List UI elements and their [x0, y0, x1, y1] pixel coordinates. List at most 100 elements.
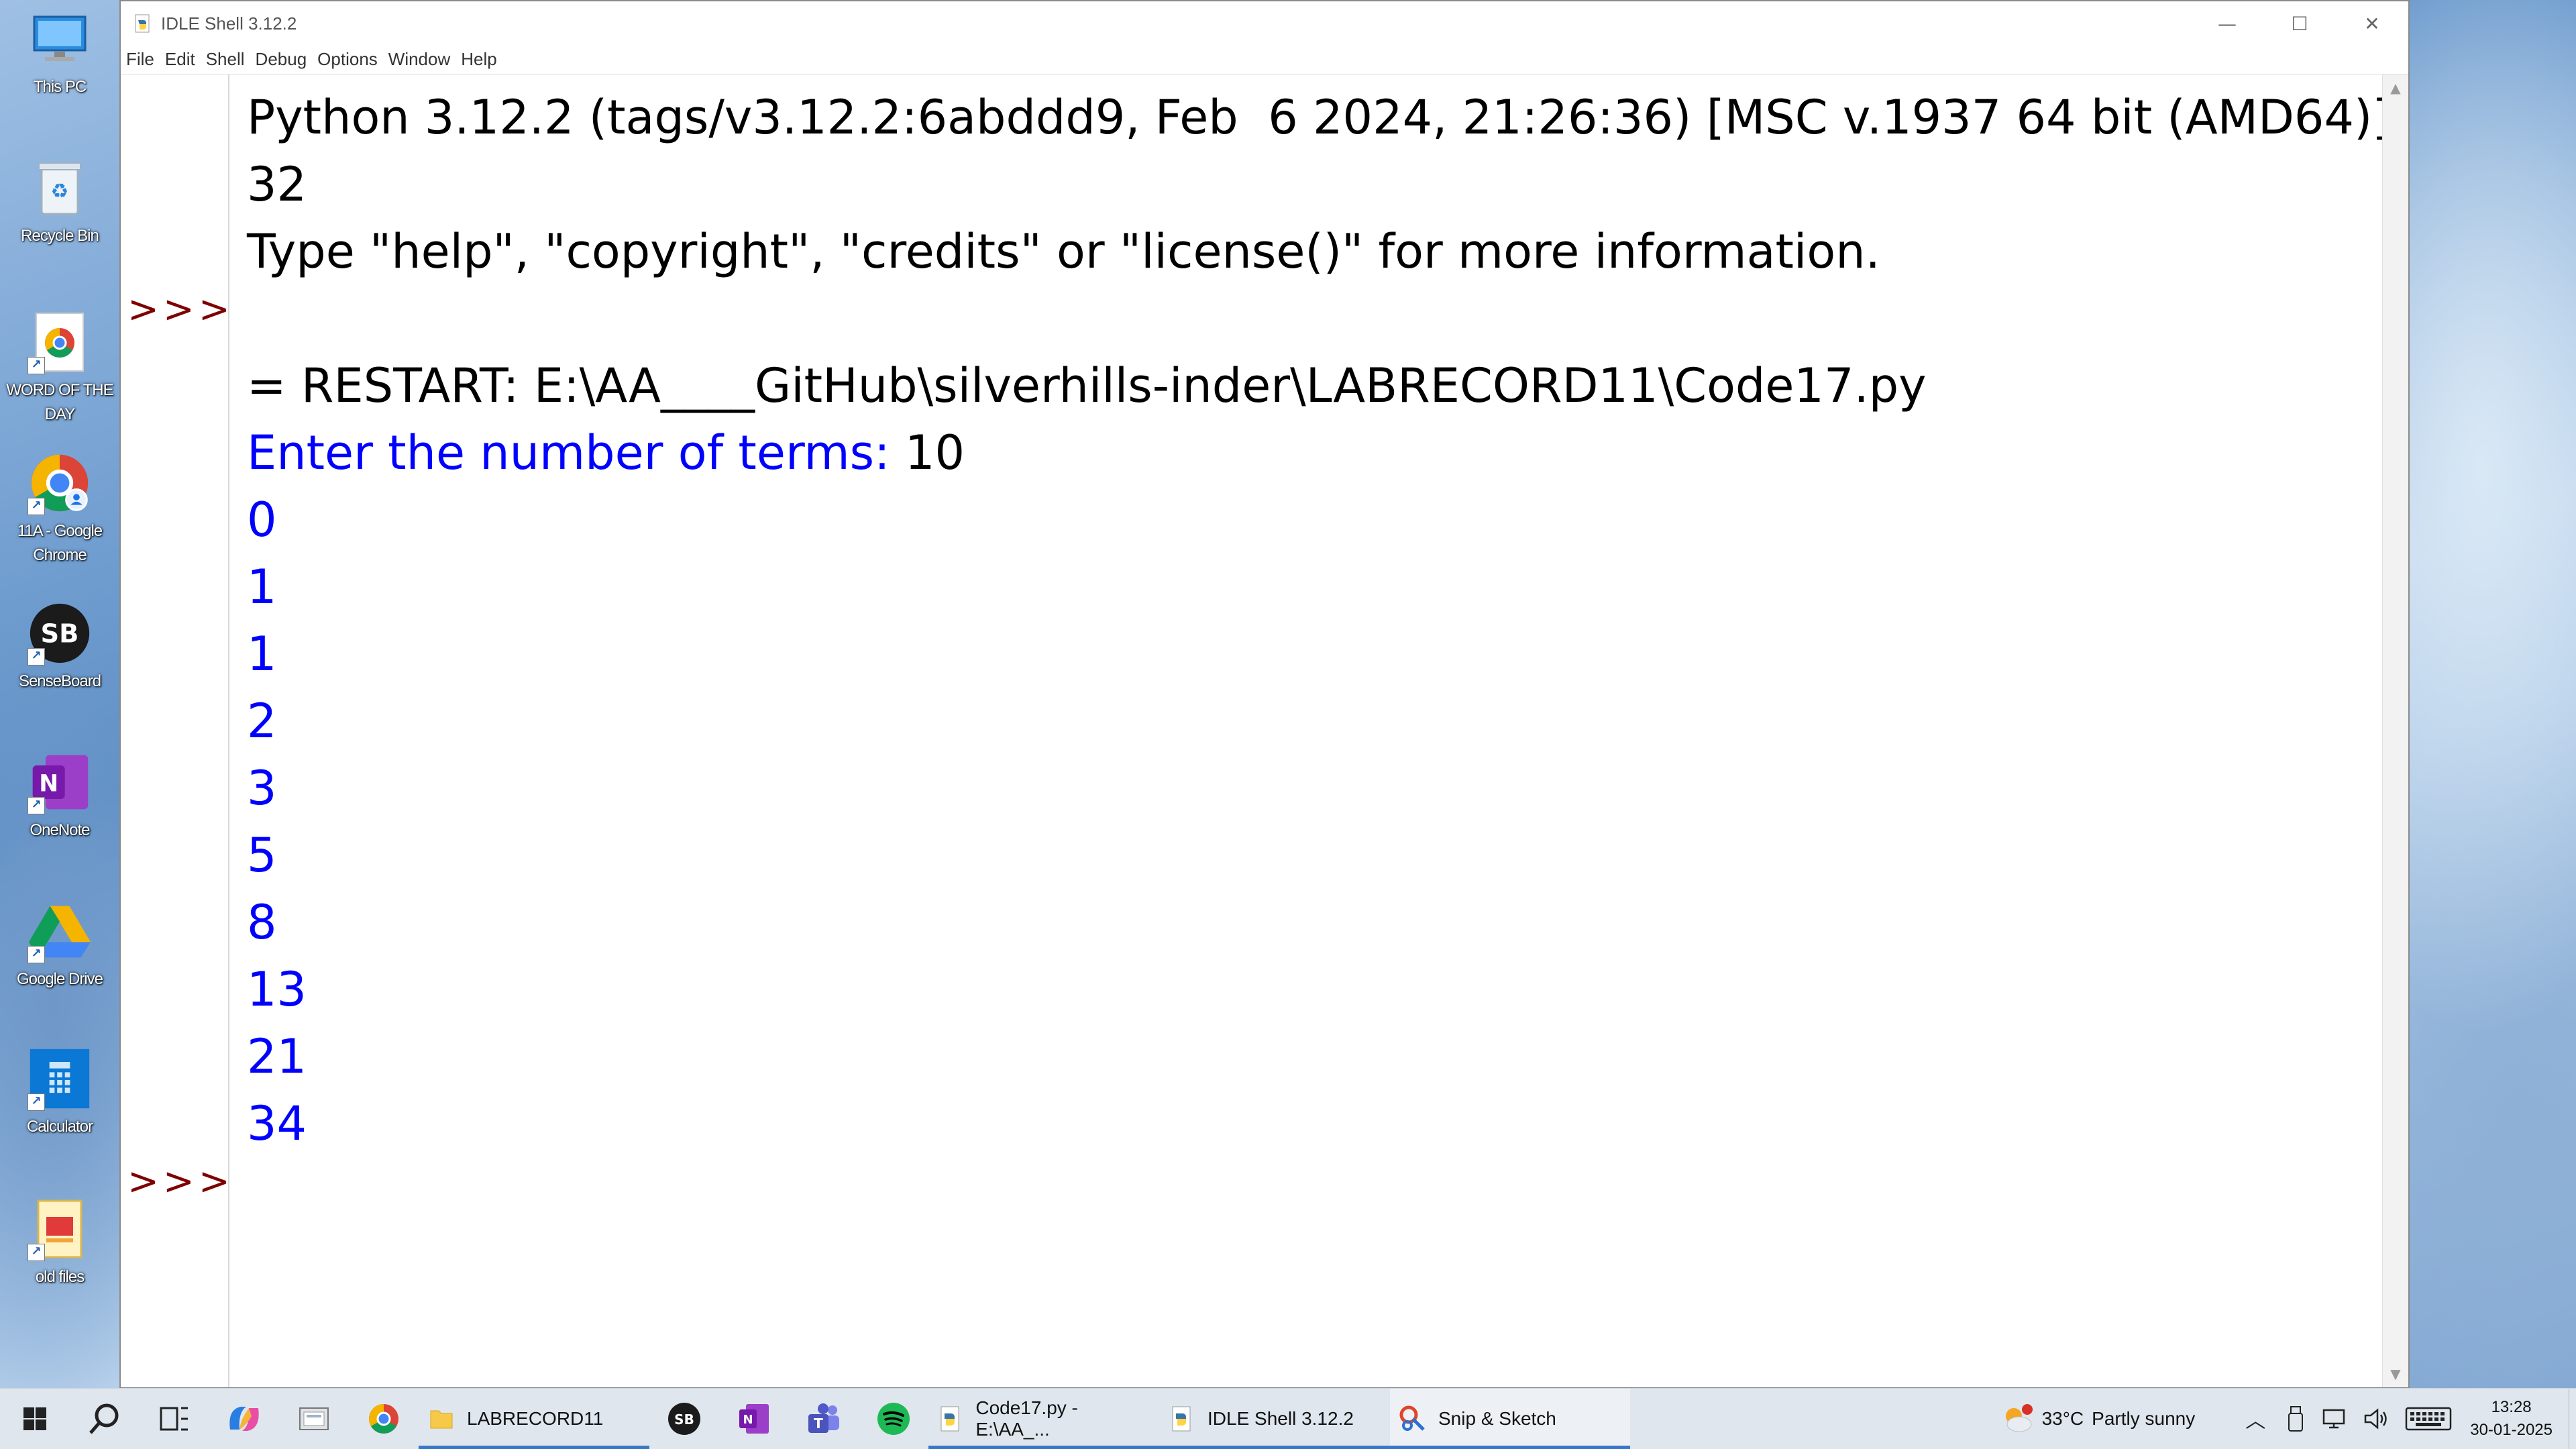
clock[interactable]: 13:28 30-01-2025: [2470, 1396, 2553, 1442]
shortcut-arrow-icon: ↗: [28, 1244, 45, 1261]
taskbar: LABRECORD11 SB N T Code17.py - E:\AA_...…: [0, 1388, 2576, 1449]
shortcut-arrow-icon: ↗: [28, 1093, 45, 1111]
desktop-icon-onenote[interactable]: N ↗ OneNote: [3, 750, 117, 843]
output-line: 34: [247, 1096, 307, 1151]
chevron-up-icon[interactable]: ︿: [2235, 1404, 2275, 1434]
desktop-icon-google-drive[interactable]: ↗ Google Drive: [3, 899, 117, 991]
keyboard-icon[interactable]: [2396, 1407, 2461, 1431]
task-view-button[interactable]: [140, 1389, 209, 1449]
senseboard-icon: SB: [668, 1403, 700, 1435]
weather-temp[interactable]: 33°C: [2042, 1408, 2084, 1430]
input-prompt-text: Enter the number of terms:: [247, 425, 905, 480]
desktop-icon-label: Google Drive: [16, 970, 103, 988]
folder-icon: ↗: [28, 1197, 92, 1261]
banner-line: 32: [247, 157, 307, 212]
maximize-button[interactable]: ☐: [2263, 1, 2336, 46]
restart-line: = RESTART: E:\AA____GitHub\silverhills-i…: [247, 358, 1927, 413]
desktop-icon-this-pc[interactable]: This PC: [3, 7, 117, 99]
menu-options[interactable]: Options: [316, 49, 379, 70]
desktop-icon-label: OneNote: [30, 821, 90, 839]
idle-icon: [1169, 1405, 1195, 1432]
svg-text:T: T: [814, 1415, 823, 1432]
desktop-icon-old-files[interactable]: ↗ old files: [3, 1197, 117, 1289]
desktop-icon-word-of-the-day[interactable]: ↗ WORD OF THE DAY: [3, 310, 117, 427]
weather-condition[interactable]: Partly sunny: [2092, 1408, 2195, 1430]
running-indicator: [928, 1446, 1159, 1449]
menu-shell[interactable]: Shell: [205, 49, 246, 70]
chrome-icon: ↗: [28, 310, 92, 374]
taskbar-app-idle-shell[interactable]: IDLE Shell 3.12.2: [1159, 1389, 1390, 1449]
network-icon[interactable]: [2316, 1407, 2356, 1430]
chrome-taskbar-button[interactable]: [349, 1389, 419, 1449]
taskbar-app-labrecord11[interactable]: LABRECORD11: [419, 1389, 649, 1449]
minimize-button[interactable]: —: [2191, 1, 2263, 46]
chrome-profile-icon: ↗: [28, 451, 92, 515]
shortcut-arrow-icon: ↗: [28, 797, 45, 814]
search-button[interactable]: [70, 1389, 140, 1449]
desktop-icon-label: Calculator: [26, 1118, 93, 1136]
empty-line: [247, 285, 2382, 352]
volume-icon[interactable]: [2356, 1407, 2396, 1430]
search-icon: [89, 1403, 119, 1434]
desktop-icon-calculator[interactable]: ↗ Calculator: [3, 1046, 117, 1139]
menu-window[interactable]: Window: [387, 49, 451, 70]
taskbar-app-snip-sketch[interactable]: Snip & Sketch: [1390, 1389, 1630, 1449]
title-bar[interactable]: IDLE Shell 3.12.2 — ☐ ✕: [121, 1, 2408, 46]
shell-prompt: >>>: [127, 1160, 234, 1203]
output-line: 21: [247, 1029, 307, 1084]
windows-logo-icon: [23, 1407, 46, 1430]
output-line: 3: [247, 761, 277, 816]
weather-icon[interactable]: [1995, 1404, 2039, 1434]
file-explorer-pinned-button[interactable]: [279, 1389, 349, 1449]
output-line: 2: [247, 694, 277, 749]
scroll-up-icon[interactable]: ▲: [2383, 80, 2408, 96]
menu-file[interactable]: File: [125, 49, 156, 70]
desktop-icon-label: Recycle Bin: [21, 227, 99, 245]
menu-help[interactable]: Help: [460, 49, 498, 70]
output-line: 1: [247, 627, 277, 682]
desktop-icon-11a-chrome[interactable]: ↗ 11A - Google Chrome: [3, 451, 117, 568]
start-button[interactable]: [0, 1389, 70, 1449]
onenote-taskbar-button[interactable]: N: [719, 1389, 789, 1449]
spotify-taskbar-button[interactable]: [859, 1389, 928, 1449]
desktop-icon-label: 11A - Google Chrome: [17, 522, 103, 564]
scroll-down-icon[interactable]: ▼: [2383, 1366, 2408, 1382]
onenote-icon: N: [739, 1404, 769, 1434]
spotify-icon: [877, 1403, 910, 1435]
shortcut-arrow-icon: ↗: [28, 357, 45, 374]
output-line: 13: [247, 962, 307, 1017]
show-desktop-button[interactable]: [2569, 1389, 2576, 1449]
window-controls: — ☐ ✕: [2191, 1, 2408, 46]
shell-text[interactable]: Python 3.12.2 (tags/v3.12.2:6abddd9, Feb…: [229, 74, 2382, 1387]
usb-device-icon[interactable]: [2275, 1405, 2316, 1432]
input-value: 10: [905, 425, 965, 480]
copilot-button[interactable]: [209, 1389, 279, 1449]
senseboard-taskbar-button[interactable]: SB: [649, 1389, 719, 1449]
running-indicator: [1159, 1446, 1390, 1449]
idle-shell-window: IDLE Shell 3.12.2 — ☐ ✕ File Edit Shell …: [119, 0, 2410, 1389]
menu-bar: File Edit Shell Debug Options Window Hel…: [121, 46, 2408, 72]
banner-line: Python 3.12.2 (tags/v3.12.2:6abddd9, Feb…: [247, 90, 2382, 145]
taskbar-app-code17[interactable]: Code17.py - E:\AA_...: [928, 1389, 1159, 1449]
python-file-icon: [938, 1405, 963, 1432]
vertical-scrollbar[interactable]: ▲ ▼: [2382, 74, 2408, 1387]
desktop-icon-senseboard[interactable]: SB ↗ SenseBoard: [3, 601, 117, 694]
taskbar-app-label: Code17.py - E:\AA_...: [975, 1397, 1078, 1440]
snip-sketch-icon: [1399, 1405, 1426, 1432]
google-drive-icon: ↗: [28, 899, 92, 963]
teams-taskbar-button[interactable]: T: [789, 1389, 859, 1449]
taskbar-app-label: IDLE Shell 3.12.2: [1208, 1408, 1354, 1429]
output-line: 0: [247, 492, 277, 547]
close-button[interactable]: ✕: [2336, 1, 2408, 46]
onenote-icon: N ↗: [28, 750, 92, 814]
system-tray: 33°C Partly sunny ︿ 13:28 30-01-2025: [1995, 1389, 2576, 1449]
shell-prompt: >>>: [127, 288, 234, 331]
this-pc-icon: [28, 7, 92, 71]
svg-text:SB: SB: [41, 619, 79, 649]
menu-edit[interactable]: Edit: [164, 49, 197, 70]
menu-debug[interactable]: Debug: [254, 49, 309, 70]
desktop-icon-recycle-bin[interactable]: ♻ Recycle Bin: [3, 156, 117, 248]
recycle-bin-icon: ♻: [28, 156, 92, 220]
output-line: 8: [247, 895, 277, 950]
prompt-gutter: >>> >>>: [121, 74, 230, 1387]
